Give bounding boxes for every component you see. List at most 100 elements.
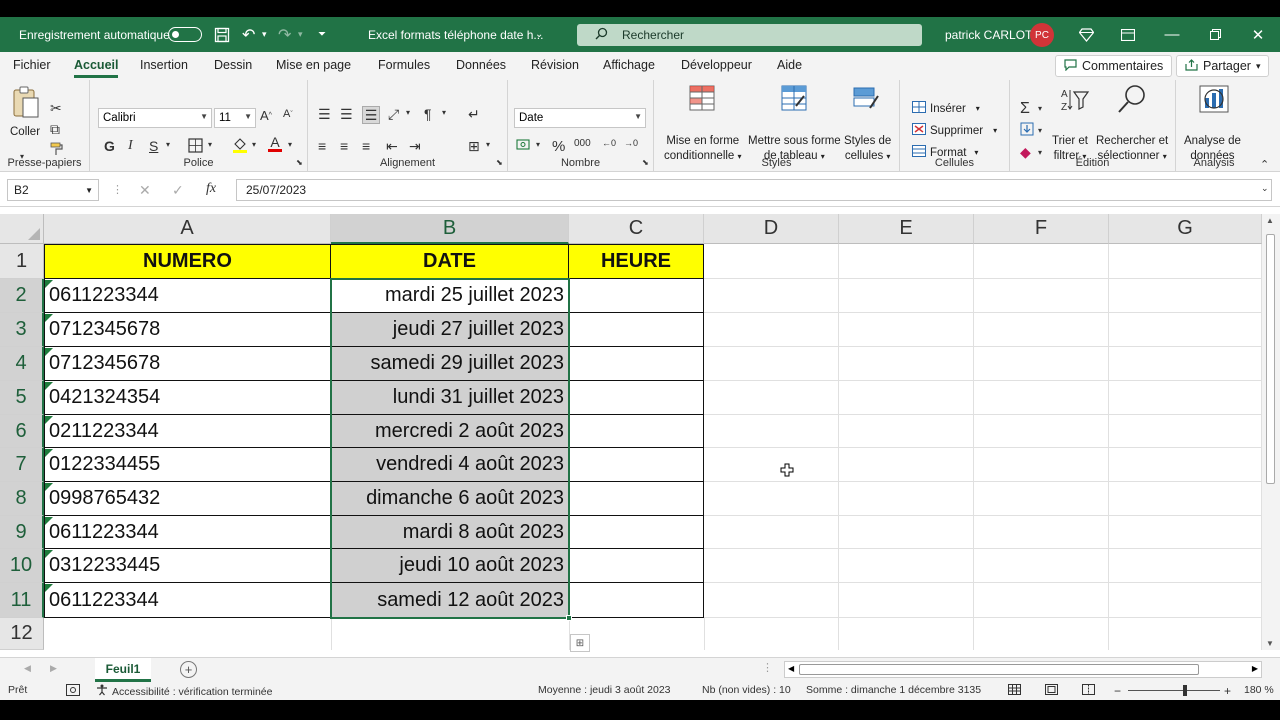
- tab-affichage[interactable]: Affichage: [603, 58, 655, 72]
- row-header-12[interactable]: 12: [0, 618, 44, 650]
- scroll-down-icon[interactable]: ▼: [1266, 639, 1274, 648]
- row-header-1[interactable]: 1: [0, 244, 44, 279]
- column-header-b[interactable]: B: [331, 214, 569, 244]
- align-top-icon[interactable]: ☰: [318, 106, 331, 123]
- tab-insertion[interactable]: Insertion: [140, 58, 188, 72]
- column-header-e[interactable]: E: [839, 214, 974, 244]
- status-sum[interactable]: Somme : dimanche 1 décembre 3135: [806, 684, 981, 696]
- cell-a1[interactable]: NUMERO: [44, 244, 331, 279]
- tab-accueil[interactable]: Accueil: [74, 58, 119, 78]
- error-indicator-icon[interactable]: [45, 280, 53, 288]
- format-painter-icon[interactable]: [50, 142, 64, 156]
- analyze-data-icon[interactable]: [1198, 84, 1230, 116]
- zoom-out-icon[interactable]: −: [1114, 684, 1121, 698]
- error-indicator-icon[interactable]: [45, 550, 53, 558]
- vertical-scroll-thumb[interactable]: [1266, 234, 1275, 484]
- merge-dropdown-icon[interactable]: ▾: [486, 140, 490, 149]
- find-select-icon[interactable]: [1117, 84, 1149, 116]
- copy-icon[interactable]: ⧉: [50, 121, 60, 138]
- ribbon-display-icon[interactable]: [1121, 17, 1135, 52]
- increase-font-icon[interactable]: A ^: [260, 108, 272, 123]
- collapse-ribbon-icon[interactable]: ⌃: [1260, 158, 1269, 171]
- cell-c9[interactable]: [569, 516, 704, 549]
- cell-b8[interactable]: dimanche 6 août 2023: [331, 482, 569, 516]
- column-header-c[interactable]: C: [569, 214, 704, 244]
- fill-handle[interactable]: [566, 615, 572, 621]
- decrease-font-icon[interactable]: Aˇ: [283, 108, 293, 120]
- increase-indent-icon[interactable]: ⇥: [409, 138, 421, 155]
- cell-a6[interactable]: 0211223344: [44, 415, 331, 448]
- column-header-d[interactable]: D: [704, 214, 839, 244]
- sheet-splitter-icon[interactable]: ⋮: [762, 661, 773, 674]
- tab-revision[interactable]: Révision: [531, 58, 579, 72]
- borders-dropdown-icon[interactable]: ▾: [208, 140, 212, 149]
- normal-view-icon[interactable]: [1008, 684, 1021, 695]
- title-chevron-down-icon[interactable]: ⌄: [535, 17, 543, 52]
- sheet-tab-feuil1[interactable]: Feuil1: [95, 658, 151, 682]
- formula-input[interactable]: 25/07/2023: [236, 179, 1272, 201]
- cell-b7[interactable]: vendredi 4 août 2023: [331, 448, 569, 482]
- row-header-5[interactable]: 5: [0, 381, 44, 415]
- fill-color-icon[interactable]: [232, 136, 248, 154]
- cell-b11[interactable]: samedi 12 août 2023: [331, 583, 569, 618]
- zoom-slider-thumb[interactable]: [1183, 685, 1187, 696]
- wrap-text-icon[interactable]: ↵: [468, 106, 480, 123]
- column-header-f[interactable]: F: [974, 214, 1109, 244]
- cell-b2[interactable]: mardi 25 juillet 2023: [331, 279, 569, 313]
- redo-icon[interactable]: ↷: [278, 17, 291, 52]
- add-sheet-icon[interactable]: +: [180, 661, 197, 678]
- confirm-entry-icon[interactable]: ✓: [172, 182, 184, 199]
- percent-icon[interactable]: %: [552, 138, 565, 155]
- cell-b9[interactable]: mardi 8 août 2023: [331, 516, 569, 549]
- avatar[interactable]: PC: [1030, 23, 1054, 47]
- conditional-formatting-icon[interactable]: [688, 84, 720, 116]
- undo-icon[interactable]: ↶: [242, 17, 255, 52]
- orientation-dropdown-icon[interactable]: ▾: [406, 108, 410, 117]
- insert-function-icon[interactable]: fx: [206, 181, 216, 197]
- accounting-format-icon[interactable]: [516, 138, 532, 152]
- error-indicator-icon[interactable]: [45, 416, 53, 424]
- sort-filter-icon[interactable]: AZ: [1060, 86, 1092, 118]
- align-center-icon[interactable]: ≡: [340, 138, 348, 154]
- cell-b4[interactable]: samedi 29 juillet 2023: [331, 347, 569, 381]
- cell-a8[interactable]: 0998765432: [44, 482, 331, 516]
- cell-b1[interactable]: DATE: [331, 244, 569, 279]
- align-left-icon[interactable]: ≡: [318, 138, 326, 154]
- orientation-icon[interactable]: ⤢: [388, 106, 399, 123]
- thousands-separator-icon[interactable]: 000: [574, 138, 591, 149]
- page-layout-icon[interactable]: [1045, 684, 1058, 695]
- cell-a10[interactable]: 0312233445: [44, 549, 331, 583]
- close-icon[interactable]: ✕: [1238, 17, 1278, 52]
- status-average[interactable]: Moyenne : jeudi 3 août 2023: [538, 684, 671, 696]
- autosum-dropdown-icon[interactable]: ▾: [1038, 104, 1042, 113]
- scroll-left-icon[interactable]: ◀: [788, 664, 794, 673]
- font-color-icon[interactable]: A: [268, 135, 282, 152]
- font-size-combo[interactable]: 11 ▼: [214, 108, 256, 128]
- search-box[interactable]: Rechercher: [577, 24, 922, 46]
- cell-a5[interactable]: 0421324354: [44, 381, 331, 415]
- cell-a4[interactable]: 0712345678: [44, 347, 331, 381]
- cell-c5[interactable]: [569, 381, 704, 415]
- column-header-a[interactable]: A: [44, 214, 331, 244]
- cell-c11[interactable]: [569, 583, 704, 618]
- autosum-icon[interactable]: Σ: [1020, 100, 1030, 118]
- user-name[interactable]: patrick CARLOT: [945, 17, 1032, 52]
- cell-a7[interactable]: 0122334455: [44, 448, 331, 482]
- error-indicator-icon[interactable]: [45, 382, 53, 390]
- merge-center-icon[interactable]: ⊞: [468, 138, 480, 155]
- accessibility-status[interactable]: Accessibilité : vérification terminée: [96, 684, 272, 699]
- cell-a11[interactable]: 0611223344: [44, 583, 331, 618]
- paste-label[interactable]: Coller: [10, 125, 40, 140]
- error-indicator-icon[interactable]: [45, 348, 53, 356]
- cell-c8[interactable]: [569, 482, 704, 516]
- error-indicator-icon[interactable]: [45, 314, 53, 322]
- underline-button[interactable]: S: [149, 138, 158, 154]
- expand-formula-icon[interactable]: ⌄: [1261, 183, 1269, 194]
- tab-aide[interactable]: Aide: [777, 58, 802, 72]
- cell-c4[interactable]: [569, 347, 704, 381]
- column-header-g[interactable]: G: [1109, 214, 1262, 244]
- align-middle-icon[interactable]: ☰: [340, 106, 353, 123]
- cell-styles-icon[interactable]: [852, 84, 884, 116]
- row-header-6[interactable]: 6: [0, 415, 44, 448]
- decrease-indent-icon[interactable]: ⇤: [386, 138, 398, 155]
